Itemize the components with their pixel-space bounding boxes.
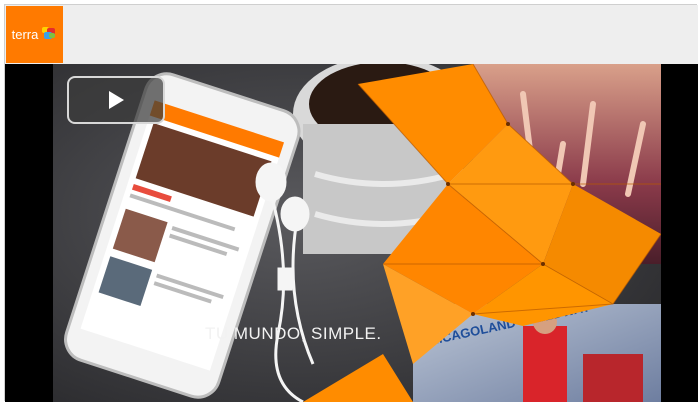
logo-text: terra [11,27,39,42]
video-caption: TU MUNDO, SIMPLE. [205,324,382,343]
terra-logo[interactable]: terra [6,6,63,63]
embed-frame: terra CHICAGOLAND SPEEDWAY TU MUNDO, SIM… [4,4,698,402]
video-thumbnail[interactable]: CHICAGOLAND SPEEDWAY TU MUNDO, SIMPLE. [53,64,661,402]
terra-logo-icon [41,26,57,43]
play-button[interactable] [67,76,165,124]
play-icon [109,91,124,109]
video-player[interactable]: CHICAGOLAND SPEEDWAY TU MUNDO, SIMPLE. [5,64,698,402]
header-bar: terra [5,5,698,64]
